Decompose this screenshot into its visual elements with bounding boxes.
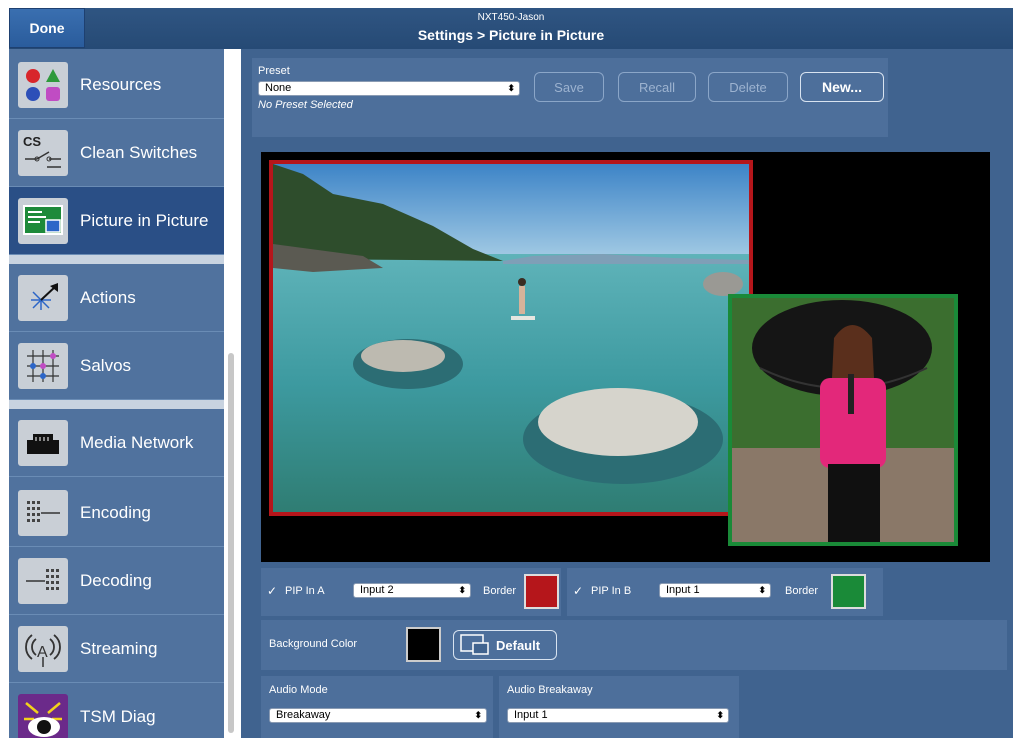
- sidebar-item-label: Decoding: [80, 570, 152, 590]
- preset-select-value: None: [265, 82, 292, 94]
- default-button[interactable]: Default: [453, 630, 557, 660]
- background-color-swatch[interactable]: [406, 627, 441, 662]
- sidebar-item-label: TSM Diag: [80, 706, 156, 726]
- pip-layout-icon: [460, 634, 489, 655]
- preset-panel: Preset None ⬍ No Preset Selected Save Re…: [252, 58, 888, 137]
- audio-mode-select[interactable]: Breakaway ⬍: [269, 708, 487, 723]
- preset-status: No Preset Selected: [258, 99, 353, 111]
- audio-mode-value: Breakaway: [276, 709, 331, 721]
- pip-a-border-label: Border: [483, 585, 517, 597]
- sidebar: Resources CS Clean Switches Picture in P…: [9, 49, 224, 738]
- clean-switches-icon: CS: [18, 129, 68, 176]
- sidebar-section-divider: [9, 400, 224, 409]
- pip-b-checkbox[interactable]: ✓: [573, 585, 585, 597]
- svg-text:CS: CS: [23, 134, 41, 149]
- page-title: Settings > Picture in Picture: [417, 27, 605, 43]
- encoding-icon: [18, 489, 68, 536]
- audio-mode-label: Audio Mode: [269, 684, 328, 696]
- sidebar-section-divider: [9, 255, 224, 264]
- audio-breakaway-controls: Audio Breakaway Input 1 ⬍: [499, 676, 739, 738]
- media-network-icon: [18, 419, 68, 466]
- pip-b-label: PIP In B: [591, 585, 632, 597]
- audio-breakaway-select[interactable]: Input 1 ⬍: [507, 708, 729, 723]
- pip-b-input-value: Input 1: [666, 584, 700, 596]
- delete-button[interactable]: Delete: [708, 72, 788, 102]
- device-name: NXT450-Jason: [477, 12, 545, 23]
- picture-in-picture-icon: [18, 197, 68, 244]
- streaming-icon: A: [18, 625, 68, 672]
- audio-breakaway-value: Input 1: [514, 709, 548, 721]
- preset-select[interactable]: None ⬍: [258, 81, 520, 96]
- sidebar-item-encoding[interactable]: Encoding: [9, 479, 224, 547]
- sidebar-item-decoding[interactable]: Decoding: [9, 547, 224, 615]
- app-window: Done NXT450-Jason Settings > Picture in …: [9, 8, 1013, 738]
- lake-scene-image: [273, 164, 749, 512]
- audio-mode-controls: Audio Mode Breakaway ⬍: [261, 676, 493, 738]
- pip-a-controls: ✓ PIP In A Input 2 ⬍ Border: [261, 568, 561, 616]
- decoding-icon: [18, 557, 68, 604]
- sidebar-item-tsm-diag[interactable]: TSM Diag: [9, 683, 224, 738]
- sidebar-item-label: Streaming: [80, 638, 158, 658]
- salvos-icon: [18, 342, 68, 389]
- sidebar-scrollbar-thumb[interactable]: [228, 353, 234, 733]
- pip-a-border-color-swatch[interactable]: [524, 574, 559, 609]
- sidebar-item-label: Clean Switches: [80, 142, 198, 162]
- sidebar-item-salvos[interactable]: Salvos: [9, 332, 224, 400]
- updown-arrow-icon: ⬍: [716, 710, 724, 720]
- tsm-diag-icon: [18, 693, 68, 738]
- updown-arrow-icon: ⬍: [507, 83, 515, 93]
- sidebar-item-streaming[interactable]: A Streaming: [9, 615, 224, 683]
- main-content: Preset None ⬍ No Preset Selected Save Re…: [241, 49, 1013, 738]
- updown-arrow-icon: ⬍: [474, 710, 482, 720]
- recall-button[interactable]: Recall: [618, 72, 696, 102]
- reporter-scene-image: [732, 298, 954, 542]
- default-button-label: Default: [496, 638, 541, 653]
- sidebar-item-label: Actions: [80, 287, 136, 307]
- sidebar-item-clean-switches[interactable]: CS Clean Switches: [9, 119, 224, 187]
- pip-b-window[interactable]: [728, 294, 958, 546]
- pip-a-checkbox[interactable]: ✓: [267, 585, 279, 597]
- pip-preview: [261, 152, 990, 562]
- background-color-label: Background Color: [269, 638, 358, 650]
- pip-b-input-select[interactable]: Input 1 ⬍: [659, 583, 771, 598]
- sidebar-item-label: Media Network: [80, 432, 194, 452]
- pip-b-border-label: Border: [785, 585, 819, 597]
- preset-label: Preset: [258, 65, 290, 77]
- updown-arrow-icon: ⬍: [758, 585, 766, 595]
- resources-icon: [18, 61, 68, 108]
- pip-a-window[interactable]: [269, 160, 753, 516]
- sidebar-item-actions[interactable]: Actions: [9, 264, 224, 332]
- sidebar-item-picture-in-picture[interactable]: Picture in Picture: [9, 187, 224, 255]
- background-controls: Background Color Default: [261, 620, 1007, 670]
- sidebar-item-media-network[interactable]: Media Network: [9, 409, 224, 477]
- pip-a-input-value: Input 2: [360, 584, 394, 596]
- actions-icon: [18, 274, 68, 321]
- title-bar: Done NXT450-Jason Settings > Picture in …: [9, 8, 1013, 49]
- pip-a-label: PIP In A: [285, 585, 325, 597]
- sidebar-item-label: Salvos: [80, 355, 132, 375]
- save-button[interactable]: Save: [534, 72, 604, 102]
- sidebar-item-label: Encoding: [80, 502, 151, 522]
- updown-arrow-icon: ⬍: [458, 585, 466, 595]
- pip-b-border-color-swatch[interactable]: [831, 574, 866, 609]
- sidebar-item-resources[interactable]: Resources: [9, 51, 224, 119]
- new-preset-button[interactable]: New...: [800, 72, 884, 102]
- audio-breakaway-label: Audio Breakaway: [507, 684, 593, 696]
- pip-b-controls: ✓ PIP In B Input 1 ⬍ Border: [567, 568, 883, 616]
- pip-a-input-select[interactable]: Input 2 ⬍: [353, 583, 471, 598]
- sidebar-item-label: Resources: [80, 74, 162, 94]
- sidebar-item-label: Picture in Picture: [80, 210, 209, 230]
